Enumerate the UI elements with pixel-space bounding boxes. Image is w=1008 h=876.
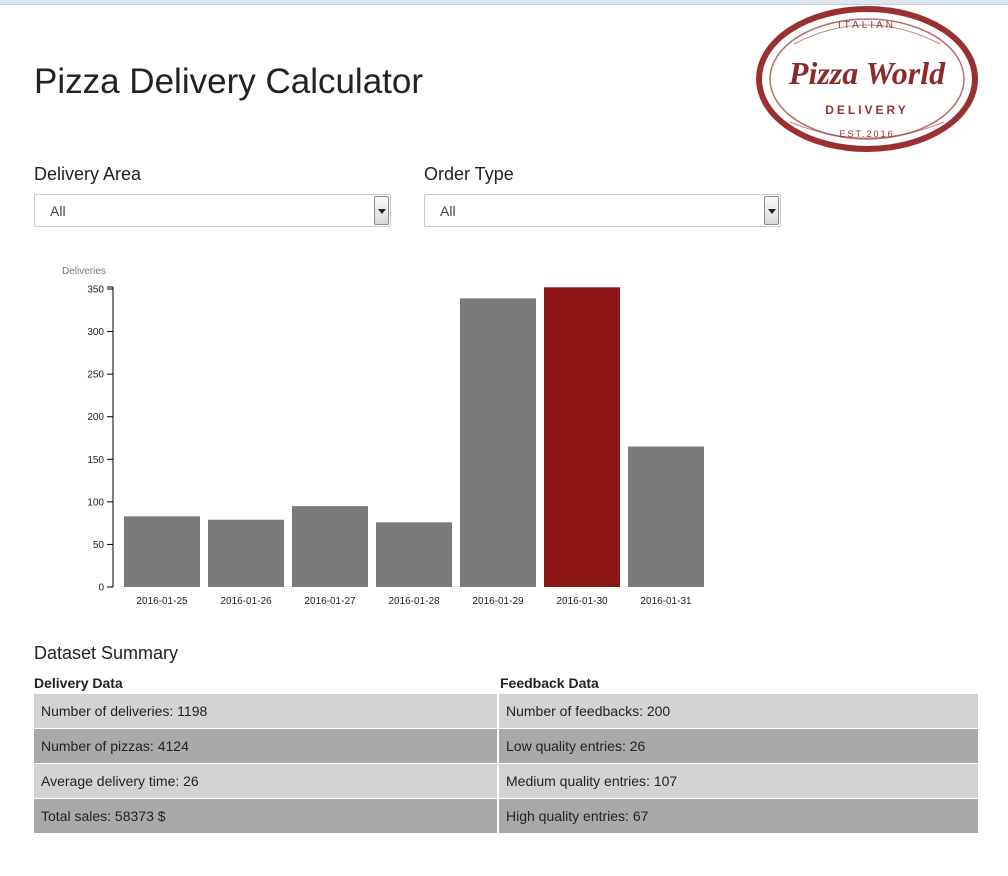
feedback-cell: High quality entries: 67 — [499, 799, 978, 834]
table-row: Total sales: 58373 $ High quality entrie… — [34, 799, 978, 834]
pizza-world-logo: ITALIAN Pizza World DELIVERY EST.2016 — [756, 6, 978, 152]
x-tick-label: 2016-01-30 — [556, 596, 608, 607]
summary-table: Number of deliveries: 1198 Number of fee… — [34, 694, 978, 834]
bar-2016-01-28 — [376, 522, 452, 587]
y-tick-label: 100 — [87, 497, 104, 508]
y-axis-label: Deliveries — [62, 266, 106, 277]
table-row: Number of pizzas: 4124 Low quality entri… — [34, 729, 978, 764]
delivery-cell: Average delivery time: 26 — [34, 764, 499, 799]
summary-title: Dataset Summary — [34, 643, 179, 663]
x-tick-label: 2016-01-26 — [220, 596, 272, 607]
bar-2016-01-31 — [628, 446, 704, 587]
bar-2016-01-30 — [544, 287, 620, 587]
logo-top-text: ITALIAN — [838, 20, 896, 31]
x-tick-label: 2016-01-27 — [304, 596, 356, 607]
order-type-dropdown-arrow-icon[interactable] — [764, 196, 779, 225]
delivery-data-header: Delivery Data — [34, 675, 123, 691]
logo-middle-text: DELIVERY — [825, 103, 909, 117]
y-tick-label: 200 — [87, 412, 104, 423]
x-tick-label: 2016-01-28 — [388, 596, 440, 607]
feedback-cell: Low quality entries: 26 — [499, 729, 978, 764]
table-row: Average delivery time: 26 Medium quality… — [34, 764, 978, 799]
table-row: Number of deliveries: 1198 Number of fee… — [34, 694, 978, 729]
x-tick-label: 2016-01-29 — [472, 596, 524, 607]
logo-script-text: Pizza World — [788, 55, 946, 91]
feedback-cell: Number of feedbacks: 200 — [499, 694, 978, 729]
x-tick-label: 2016-01-31 — [640, 596, 692, 607]
feedback-data-header: Feedback Data — [500, 675, 599, 691]
y-tick-label: 150 — [87, 455, 104, 466]
logo-bottom-text: EST.2016 — [839, 129, 894, 139]
delivery-cell: Number of pizzas: 4124 — [34, 729, 499, 764]
delivery-cell: Total sales: 58373 $ — [34, 799, 499, 834]
bar-2016-01-25 — [124, 516, 200, 587]
y-tick-label: 0 — [98, 583, 104, 594]
y-tick-label: 50 — [93, 540, 105, 551]
feedback-cell: Medium quality entries: 107 — [499, 764, 978, 799]
bar-2016-01-27 — [292, 506, 368, 587]
y-tick-label: 350 — [87, 285, 104, 296]
bar-2016-01-29 — [460, 298, 536, 587]
bar-2016-01-26 — [208, 519, 284, 587]
deliveries-bar-chart: Deliveries 2016-01-25 2016-01-26 2016-01-27… — [62, 266, 704, 607]
y-tick-label: 250 — [87, 370, 104, 381]
x-tick-label: 2016-01-25 — [136, 596, 188, 607]
delivery-cell: Number of deliveries: 1198 — [34, 694, 499, 729]
y-tick-label: 300 — [87, 327, 104, 338]
